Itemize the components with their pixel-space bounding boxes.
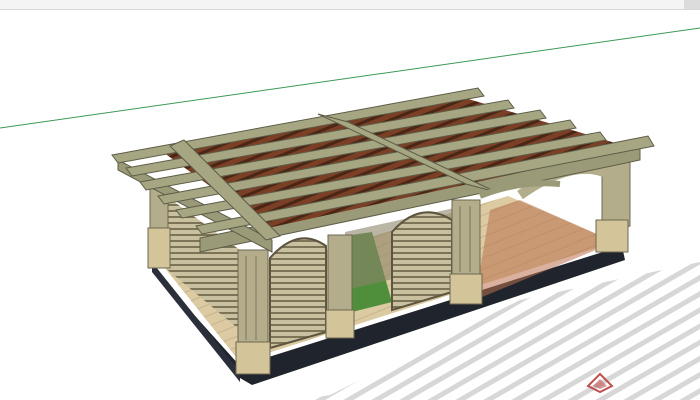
front-right-arch [391,211,453,312]
column-front-right [449,199,483,305]
column-front-middle [325,234,355,339]
column-front-left [235,249,271,375]
3d-scene[interactable] [0,0,700,400]
front-left-arch [269,237,327,350]
modeling-viewport[interactable] [0,0,700,400]
watermark-logo-icon [586,372,614,394]
